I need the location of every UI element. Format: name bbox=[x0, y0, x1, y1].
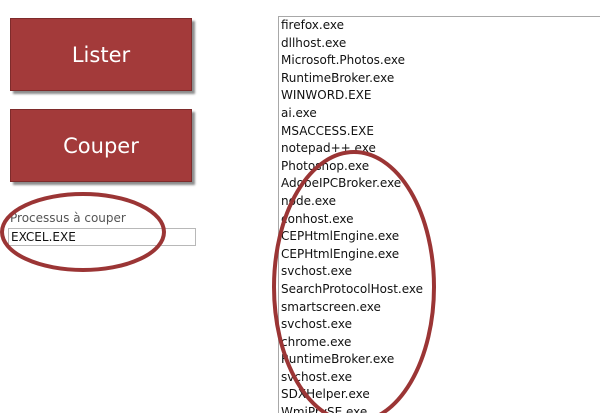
lister-button[interactable]: Lister bbox=[10, 18, 192, 91]
process-to-kill-input[interactable] bbox=[8, 228, 196, 246]
process-list-item[interactable]: svchost.exe bbox=[279, 263, 600, 281]
process-list-item[interactable]: SDXHelper.exe bbox=[279, 386, 600, 404]
process-list-item[interactable]: SearchProtocolHost.exe bbox=[279, 281, 600, 299]
process-list-item[interactable]: chrome.exe bbox=[279, 334, 600, 352]
process-list-item[interactable]: dllhost.exe bbox=[279, 35, 600, 53]
process-listbox[interactable]: firefox.exe dllhost.exe Microsoft.Photos.e… bbox=[278, 16, 600, 413]
process-list-item[interactable]: WmiPrvSE.exe bbox=[279, 404, 600, 413]
process-list-item[interactable]: svchost.exe bbox=[279, 316, 600, 334]
process-list-item[interactable]: CEPHtmlEngine.exe bbox=[279, 228, 600, 246]
process-list-item[interactable]: ai.exe bbox=[279, 105, 600, 123]
process-list-item[interactable]: svchost.exe bbox=[279, 369, 600, 387]
process-list-item[interactable]: MSACCESS.EXE bbox=[279, 123, 600, 141]
process-list-item[interactable]: CEPHtmlEngine.exe bbox=[279, 246, 600, 264]
couper-button[interactable]: Couper bbox=[10, 109, 192, 182]
process-list-item[interactable]: conhost.exe bbox=[279, 211, 600, 229]
process-list-item[interactable]: RuntimeBroker.exe bbox=[279, 70, 600, 88]
process-list-item[interactable]: notepad++.exe bbox=[279, 140, 600, 158]
process-field-label: Processus à couper bbox=[10, 211, 126, 225]
process-list-item[interactable]: Photoshop.exe bbox=[279, 158, 600, 176]
process-list-item[interactable]: Microsoft.Photos.exe bbox=[279, 52, 600, 70]
process-list-item[interactable]: AdobeIPCBroker.exe bbox=[279, 175, 600, 193]
process-list-item[interactable]: node.exe bbox=[279, 193, 600, 211]
process-list-item[interactable]: RuntimeBroker.exe bbox=[279, 351, 600, 369]
process-list-item[interactable]: WINWORD.EXE bbox=[279, 87, 600, 105]
process-list-item[interactable]: firefox.exe bbox=[279, 17, 600, 35]
process-list-item[interactable]: smartscreen.exe bbox=[279, 299, 600, 317]
